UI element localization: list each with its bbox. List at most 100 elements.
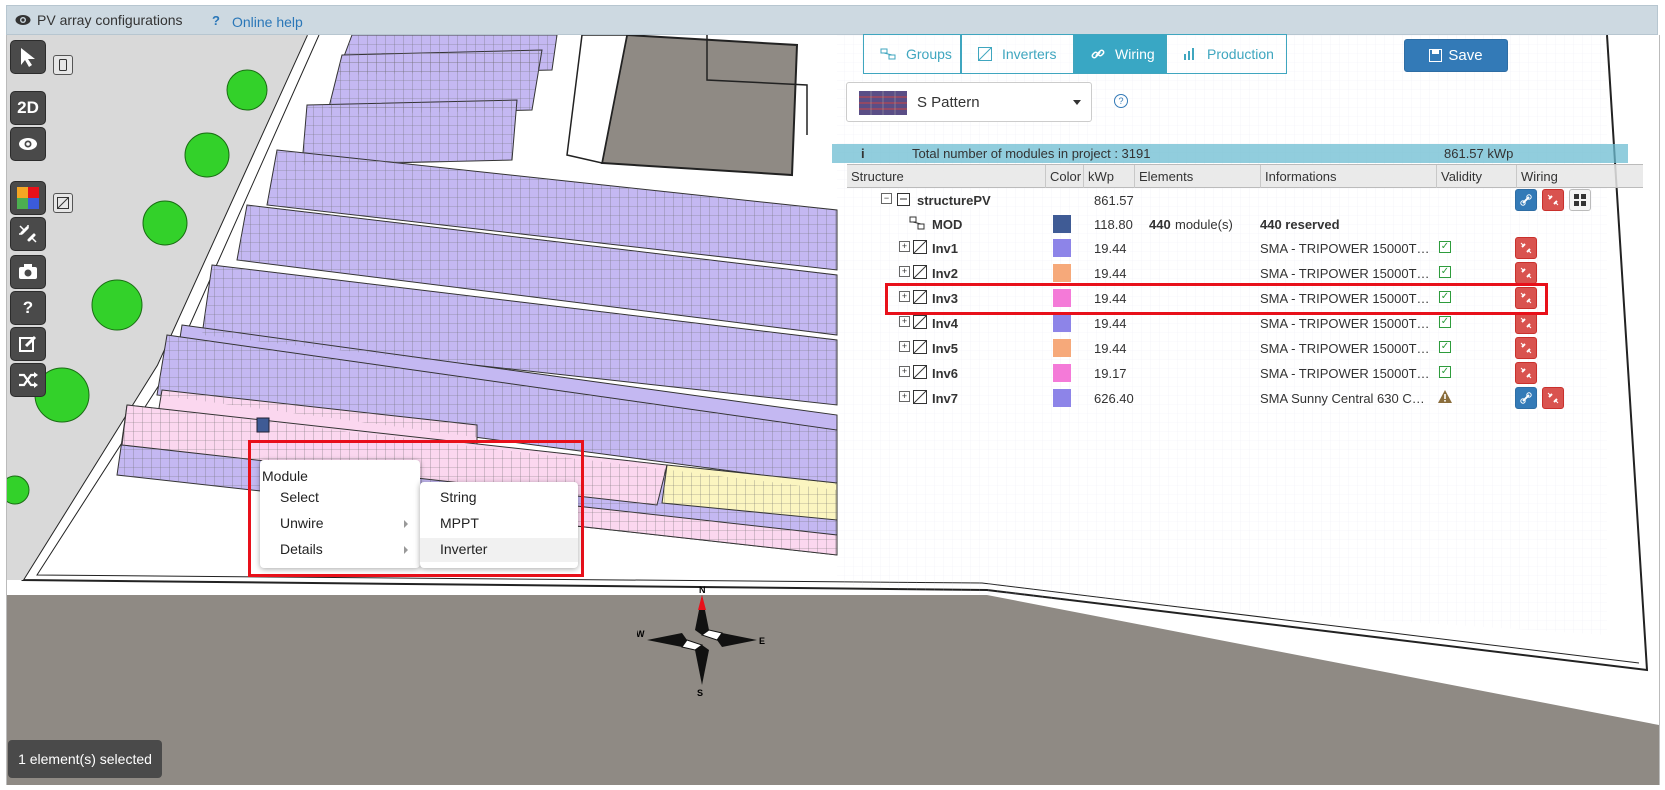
expand-icon[interactable]: +: [899, 316, 910, 327]
context-menu-header: Module: [262, 468, 308, 484]
help-icon[interactable]: ?: [212, 13, 220, 28]
wire-all-button[interactable]: [1515, 189, 1537, 211]
inverter-color-swatch[interactable]: [1053, 339, 1071, 357]
edit-icon: [19, 335, 37, 352]
inverter-icon: [913, 340, 927, 354]
unlink-icon: [1520, 342, 1532, 354]
shuffle-button[interactable]: [11, 364, 45, 396]
tab-groups-label: Groups: [906, 46, 952, 62]
mod-row[interactable]: MOD 118.80 440 module(s) 440 reserved: [847, 212, 1643, 236]
wiring-pattern-select[interactable]: S Pattern: [846, 82, 1092, 122]
context-menu: Module Select Unwire Details: [260, 460, 420, 568]
mod-name: MOD: [932, 217, 963, 232]
mod-color-swatch[interactable]: [1053, 215, 1071, 233]
window-header: PV array configurations ? Online help: [6, 5, 1658, 35]
inverter-info: SMA - TRIPOWER 15000T…: [1260, 241, 1430, 256]
inverter-color-swatch[interactable]: [1053, 314, 1071, 332]
inverter-row[interactable]: + Inv5 19.44 SMA - TRIPOWER 15000T… ✓: [847, 336, 1643, 360]
compass-w: W: [637, 629, 645, 639]
tab-inverters[interactable]: Inverters: [961, 34, 1074, 74]
submenu-item-inverter[interactable]: Inverter: [420, 538, 578, 562]
save-button-label: Save: [1448, 47, 1483, 64]
collapse-icon[interactable]: −: [881, 193, 892, 204]
unwire-button[interactable]: [1515, 237, 1537, 259]
unwire-button[interactable]: [1515, 362, 1537, 384]
inverter-color-swatch[interactable]: [1053, 264, 1071, 282]
visibility-button[interactable]: [11, 128, 45, 160]
tab-production-label: Production: [1207, 46, 1274, 62]
selection-status: 1 element(s) selected: [8, 740, 162, 778]
root-kwp: 861.57: [1094, 193, 1134, 208]
unwire-all-button[interactable]: [1542, 189, 1564, 211]
mod-kwp: 118.80: [1094, 217, 1133, 232]
highlight-inv3-row: [885, 283, 1548, 315]
module-count-text: Total number of modules in project : 319…: [912, 146, 1151, 161]
inverter-row[interactable]: + Inv6 19.17 SMA - TRIPOWER 15000T… ✓: [847, 361, 1643, 385]
inverter-kwp: 19.44: [1094, 316, 1127, 331]
inverter-mode-button[interactable]: [53, 193, 73, 213]
pattern-help-icon[interactable]: ?: [1114, 94, 1128, 108]
online-help-link[interactable]: Online help: [232, 14, 303, 30]
tab-production[interactable]: Production: [1166, 34, 1287, 74]
inverter-kwp: 19.17: [1094, 366, 1127, 381]
help-button[interactable]: ?: [11, 292, 45, 324]
color-mode-button[interactable]: [11, 182, 45, 214]
save-button[interactable]: Save: [1404, 39, 1508, 72]
view-2d-button[interactable]: 2D: [11, 92, 45, 124]
compass-s: S: [697, 688, 703, 698]
col-validity: Validity: [1441, 169, 1482, 184]
inverter-icon: [913, 315, 927, 329]
inverter-color-swatch[interactable]: [1053, 389, 1071, 407]
inverter-info: SMA - TRIPOWER 15000T…: [1260, 316, 1430, 331]
valid-check-icon: ✓: [1439, 316, 1451, 328]
col-informations: Informations: [1265, 169, 1337, 184]
link-icon: [1091, 49, 1105, 59]
unlink-icon: [19, 225, 37, 243]
tab-groups[interactable]: Groups: [863, 34, 961, 74]
inverter-name: Inv4: [932, 316, 959, 331]
unwire-button[interactable]: [1515, 262, 1537, 284]
unwire-button[interactable]: [1515, 337, 1537, 359]
valid-check-icon: ✓: [1439, 241, 1451, 253]
expand-icon[interactable]: +: [899, 341, 910, 352]
menu-item-select[interactable]: Select: [260, 486, 420, 510]
menu-item-details[interactable]: Details: [260, 538, 420, 562]
select-tool-button[interactable]: [11, 41, 45, 73]
unwire-button[interactable]: [1515, 312, 1537, 334]
unlink-icon: [1520, 267, 1532, 279]
inverter-kwp: 19.44: [1094, 266, 1127, 281]
expand-icon[interactable]: +: [899, 241, 910, 252]
pattern-selected-value: S Pattern: [917, 94, 980, 111]
inverter-name: Inv2: [932, 266, 959, 281]
inverter-color-swatch[interactable]: [1053, 239, 1071, 257]
structure-icon: [897, 193, 910, 206]
inverter-color-swatch[interactable]: [1053, 364, 1071, 382]
inverter-info: SMA - TRIPOWER 15000T…: [1260, 266, 1430, 281]
expand-icon[interactable]: +: [899, 366, 910, 377]
expand-icon[interactable]: +: [899, 266, 910, 277]
inverter-name: Inv6: [932, 366, 959, 381]
tab-wiring[interactable]: Wiring: [1074, 34, 1166, 74]
floppy-icon: [1429, 49, 1443, 62]
wire-button[interactable]: [1515, 387, 1537, 409]
unlink-tool-button[interactable]: [11, 218, 45, 250]
compass-e: E: [759, 636, 765, 646]
inverter-icon: [913, 265, 927, 279]
inverter-icon: [913, 365, 927, 379]
device-button[interactable]: [53, 55, 73, 75]
submenu-item-mppt[interactable]: MPPT: [420, 512, 578, 536]
chevron-down-icon: [1073, 100, 1081, 105]
grid-view-button[interactable]: [1569, 189, 1591, 211]
inverter-row[interactable]: + Inv1 19.44 SMA - TRIPOWER 15000T… ✓: [847, 236, 1643, 260]
unwire-button[interactable]: [1542, 387, 1564, 409]
menu-item-unwire[interactable]: Unwire: [260, 512, 420, 536]
phone-icon: [59, 59, 67, 71]
screenshot-button[interactable]: [11, 256, 45, 288]
inverter-icon: [978, 47, 992, 61]
structure-root-row[interactable]: − structurePV 861.57: [847, 188, 1643, 212]
submenu-item-string[interactable]: String: [420, 486, 578, 510]
edit-button[interactable]: [11, 328, 45, 360]
inverter-row[interactable]: + Inv2 19.44 SMA - TRIPOWER 15000T… ✓: [847, 261, 1643, 285]
expand-icon[interactable]: +: [899, 391, 910, 402]
inverter-row[interactable]: + Inv7 626.40 SMA Sunny Central 630 C…: [847, 386, 1643, 410]
